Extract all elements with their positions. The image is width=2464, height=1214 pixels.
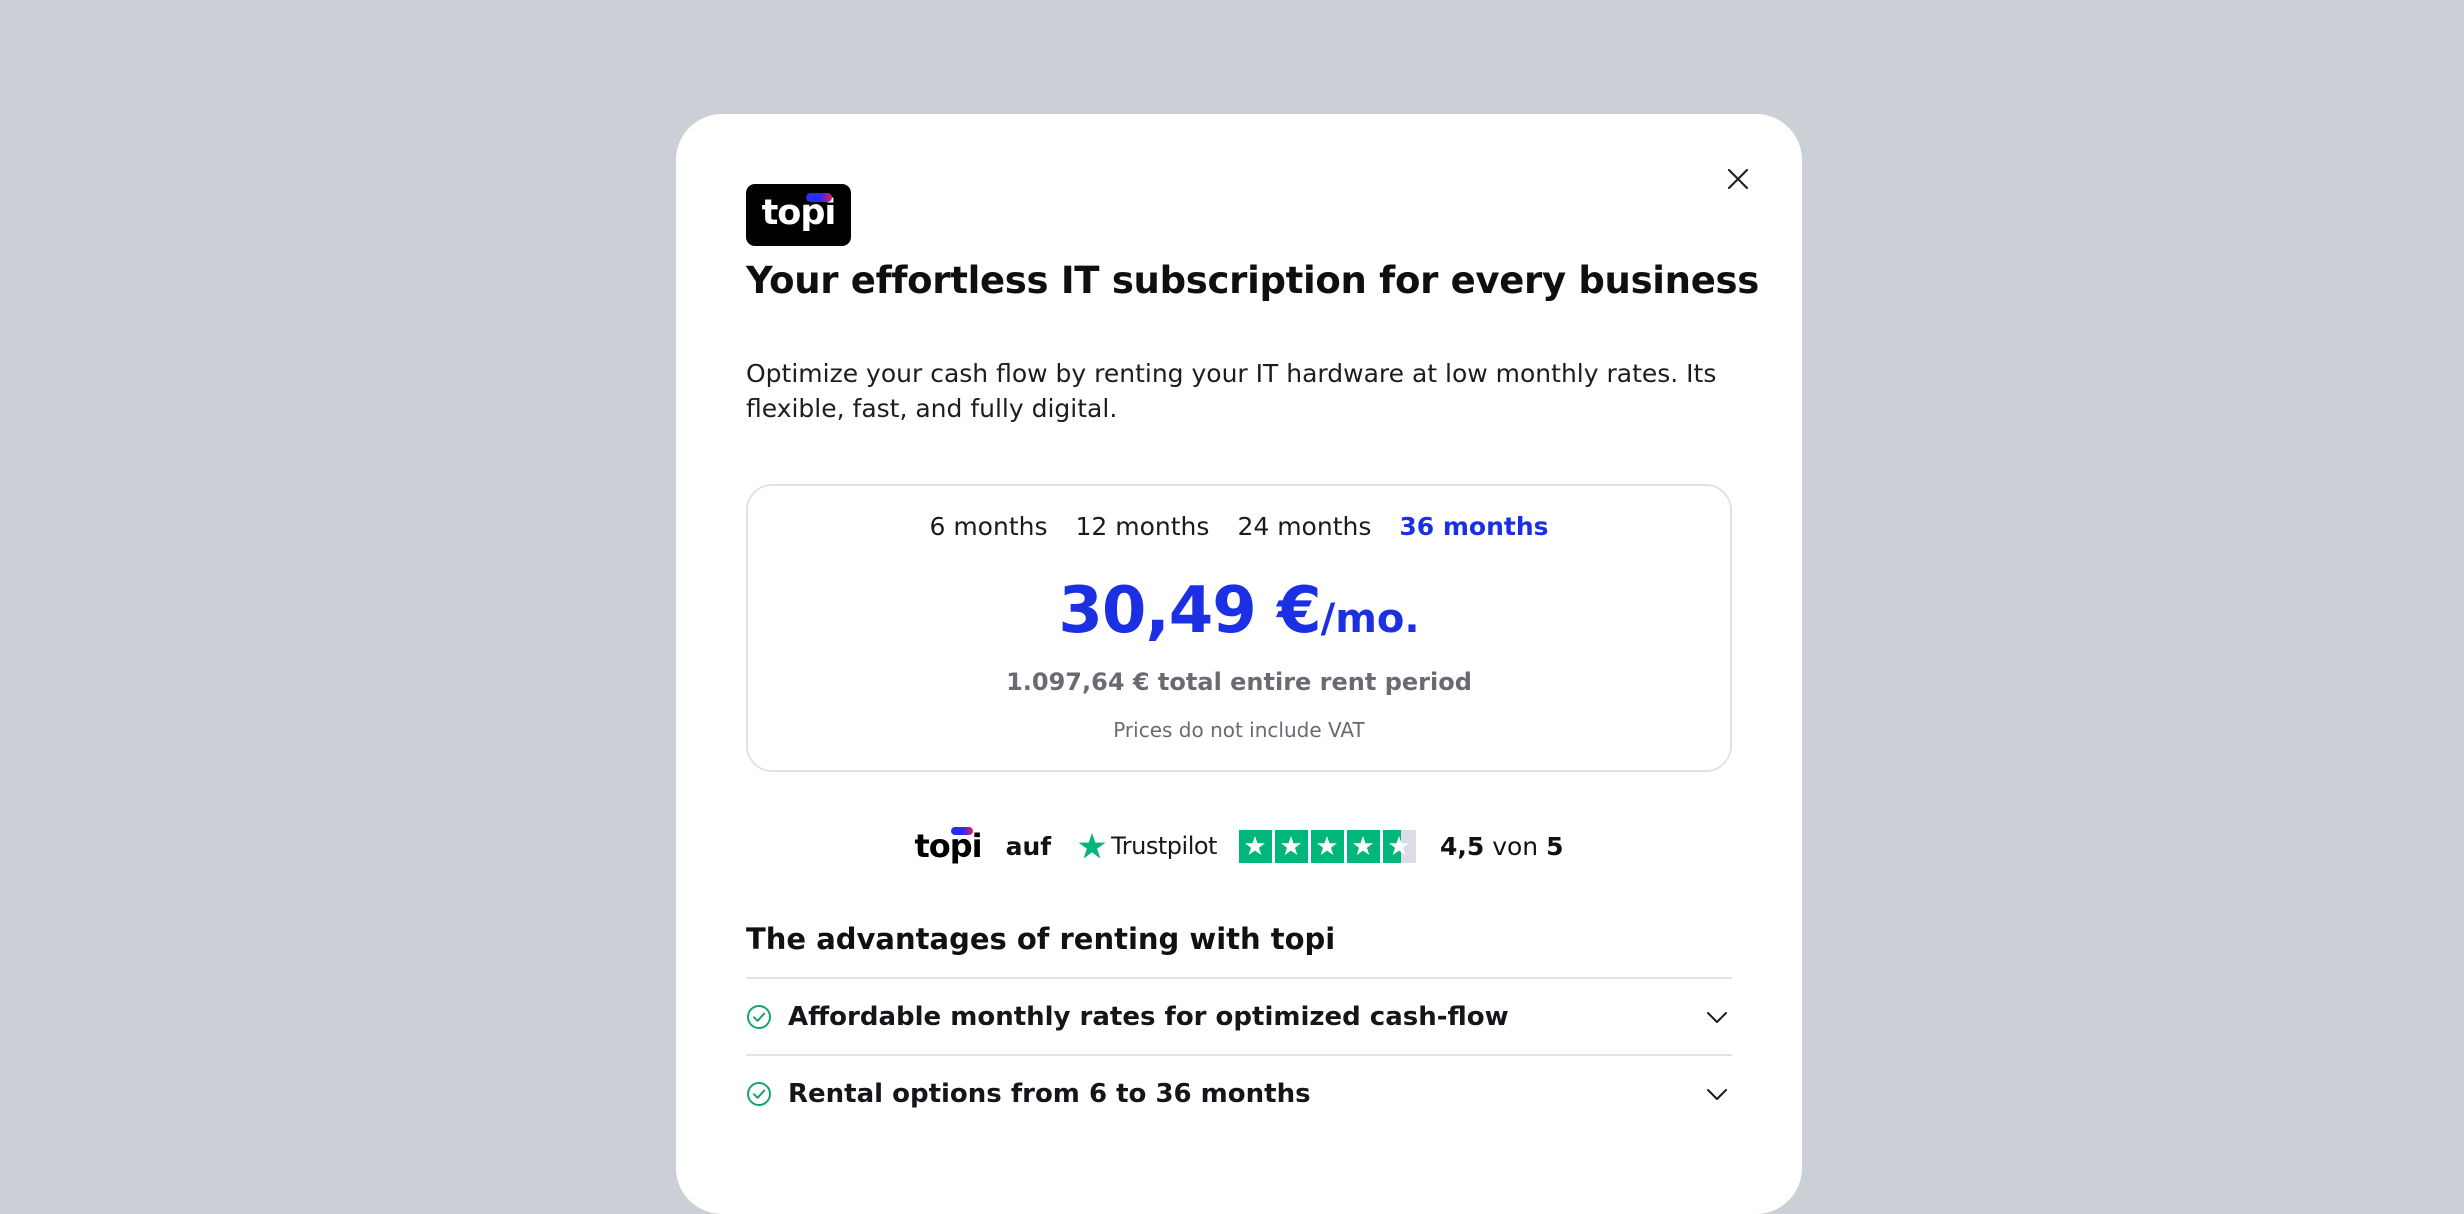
vat-note: Prices do not include VAT [1113,718,1365,742]
total-rent: 1.097,64 € total entire rent period [1006,668,1472,696]
pricing-card: 6 months 12 months 24 months 36 months 3… [746,484,1732,772]
tab-6-months[interactable]: 6 months [929,512,1047,541]
chevron-down-icon[interactable] [1704,1004,1730,1030]
advantage-item[interactable]: Rental options from 6 to 36 months [746,1054,1732,1131]
trustpilot-star-icon [1078,832,1106,859]
rating-max: 5 [1546,831,1564,861]
star-icon [1274,829,1308,863]
topi-info-modal: topi Your effortless IT subscription for… [676,114,1802,1214]
advantages-title: The advantages of renting with topi [746,922,1336,956]
check-circle-icon [747,1081,771,1106]
logo-accent-pill [805,192,832,202]
tab-24-months[interactable]: 24 months [1237,512,1371,541]
advantage-item[interactable]: Affordable monthly rates for optimized c… [746,977,1732,1054]
advantage-label: Rental options from 6 to 36 months [788,1078,1311,1109]
tab-12-months[interactable]: 12 months [1076,512,1210,541]
wordmark-accent-pill [951,827,974,835]
trustpilot-label: Trustpilot [1111,832,1217,860]
close-icon [1727,168,1749,190]
tab-36-months[interactable]: 36 months [1399,512,1548,541]
star-rating [1238,829,1416,863]
topi-logo: topi [746,184,851,246]
duration-tabs: 6 months 12 months 24 months 36 months [748,512,1730,541]
price-unit: /mo. [1320,596,1420,642]
trustpilot-rating: topi auf Trustpilot 4,5 von 5 [676,826,1802,866]
star-icon [1310,829,1344,863]
half-star-icon [1382,829,1416,863]
close-button[interactable] [1718,159,1758,199]
topi-wordmark: topi [914,827,983,865]
advantage-label: Affordable monthly rates for optimized c… [788,1001,1509,1032]
price-amount: 30,49 € [1058,574,1321,648]
modal-title: Your effortless IT subscription for ever… [746,259,1759,302]
auf-label: auf [1005,831,1052,861]
rating-score: 4,5 von 5 [1440,832,1564,861]
star-icon [1238,829,1272,863]
check-circle-icon [747,1004,771,1029]
star-icon [1346,829,1380,863]
rating-von: von [1492,831,1539,861]
trustpilot-logo: Trustpilot [1077,831,1217,861]
chevron-down-icon[interactable] [1704,1081,1730,1107]
modal-description: Optimize your cash flow by renting your … [746,359,1717,423]
monthly-price: 30,49 €/mo. [748,574,1730,648]
advantages-list: Affordable monthly rates for optimized c… [746,977,1732,1131]
rating-value: 4,5 [1439,831,1485,861]
